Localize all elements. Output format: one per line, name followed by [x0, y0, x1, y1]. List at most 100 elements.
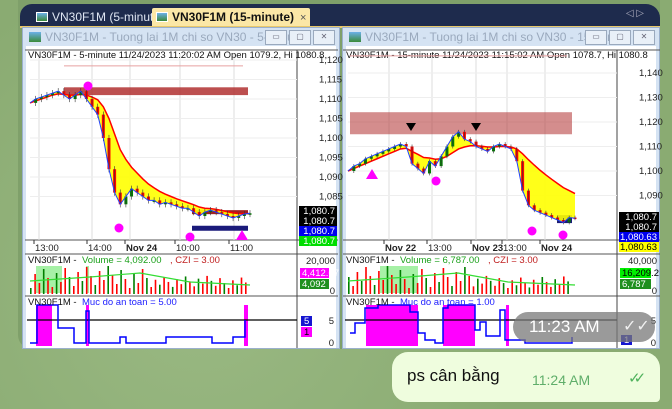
volume-bar — [408, 288, 410, 294]
price-tag-label: 1,080.63 — [620, 242, 657, 253]
volume-bar — [111, 275, 114, 294]
volume-bar — [507, 288, 509, 294]
volume-bar — [120, 270, 122, 294]
volume-bar — [373, 285, 376, 294]
volume-bar — [464, 267, 466, 294]
price-tick-label: 1,095 — [319, 153, 343, 164]
volume-bar — [455, 272, 458, 294]
price-tick-label: 1,140 — [639, 68, 663, 79]
volume-bar — [206, 275, 208, 294]
volume-bar — [184, 276, 187, 294]
price-tag-label: 1,080.7 — [303, 236, 335, 247]
volume-bar — [395, 284, 397, 294]
czi-label: , CZI = 3.00 — [488, 255, 538, 266]
volume-bar — [399, 270, 402, 294]
volume-bar — [176, 279, 178, 294]
message-time: 11:24 AM — [532, 372, 591, 388]
signal-dot — [431, 176, 441, 186]
safety-line — [30, 304, 246, 344]
volume-bar — [202, 283, 204, 294]
safety-tag-label: 1 — [304, 327, 309, 338]
volume-bar — [128, 288, 131, 294]
ema-line — [29, 93, 250, 215]
volume-label: Volume = 4,092.00 — [82, 255, 162, 266]
signal-dot — [558, 230, 568, 240]
volume-bar — [472, 286, 475, 294]
volume-bar — [141, 269, 144, 294]
safety-highlight — [36, 305, 52, 346]
volume-bar — [537, 284, 539, 294]
volume-bar — [30, 288, 32, 294]
safety-tick-label: 0 — [651, 338, 656, 349]
volume-bar — [171, 286, 174, 294]
signal-dot — [185, 232, 195, 242]
volume-bar — [416, 283, 419, 294]
volume-bar — [494, 285, 496, 294]
safety-label: Muc do an toan = 1.00 — [400, 297, 495, 308]
volume-bar — [68, 277, 71, 294]
volume-bar — [369, 276, 372, 294]
volume-tag-label: 6,787 — [622, 279, 646, 290]
volume-bar — [236, 285, 238, 294]
message-text: ps cân bằng — [407, 366, 500, 385]
volume-bar — [81, 281, 84, 294]
volume-bar — [550, 286, 552, 294]
price-tick-label: 1,090 — [639, 191, 663, 202]
volume-tick-label: 0 — [652, 286, 657, 297]
signal-dot — [527, 226, 537, 236]
volume-bar — [446, 277, 449, 294]
volume-bar — [77, 272, 79, 294]
volume-bar — [356, 272, 359, 294]
volume-bar — [434, 273, 436, 294]
price-tick-label: 1,105 — [319, 114, 343, 125]
volume-tag-label: 4,412.67 — [302, 268, 339, 279]
volume-bar — [352, 286, 354, 294]
charts-canvas: 1,120 1,115 1,110 1,105 1,100 1,095 1,090 1,085… — [25, 49, 663, 349]
time-axis-label: 14:00 — [88, 243, 112, 254]
volume-bar — [541, 277, 544, 294]
volume-bar — [103, 280, 105, 294]
trend-fill — [348, 131, 575, 223]
volume-bar — [378, 271, 380, 294]
volume-bar — [477, 278, 479, 294]
price-tick-label: 1,110 — [319, 94, 342, 105]
signal-dot — [114, 223, 124, 233]
price-tick-label: 1,085 — [319, 192, 343, 203]
volume-bar — [85, 267, 88, 294]
volume-bar — [567, 281, 569, 294]
volume-bar — [64, 268, 66, 294]
volume-bar — [193, 286, 195, 294]
volume-bar — [227, 288, 230, 294]
price-tick-label: 1,100 — [319, 133, 343, 144]
time-axis-label: Nov 23 — [472, 243, 503, 254]
volume-bar — [502, 283, 505, 294]
volume-bar — [382, 280, 384, 294]
time-axis-label: 13:00 — [428, 243, 452, 254]
volume-label: Volume = 6,787.00 — [400, 255, 480, 266]
safety-tick-label: 5 — [329, 316, 334, 327]
message-bubble[interactable]: ps cân bằng 11:24 AM ✓✓ — [392, 352, 660, 402]
price-tick-label: 1,110 — [639, 142, 662, 153]
volume-bar — [528, 287, 531, 294]
volume-bar — [214, 285, 217, 294]
volume-bar — [403, 279, 406, 294]
volume-bar — [232, 280, 234, 294]
volume-bar — [107, 266, 109, 294]
resistance-zone — [350, 112, 572, 135]
volume-tick-label: 20,000 — [306, 256, 335, 267]
volume-bar — [38, 283, 41, 294]
volume-bar — [90, 276, 92, 294]
price-tick-label: 1,130 — [639, 93, 663, 104]
time-axis-label: 11:00 — [230, 243, 253, 254]
support-zone — [192, 225, 248, 231]
volume-bar — [481, 283, 483, 294]
volume-bar — [116, 284, 118, 294]
volume-tag-label: 16,209.2 — [622, 268, 659, 279]
double-check-icon: ✓✓ — [623, 318, 650, 335]
safety-tag-label: 5 — [304, 316, 309, 327]
volume-bar — [468, 276, 470, 294]
volume-bar — [442, 268, 445, 294]
volume-bar — [489, 280, 492, 294]
volume-bar — [459, 281, 462, 294]
time-axis-label: Nov 24 — [541, 243, 573, 254]
